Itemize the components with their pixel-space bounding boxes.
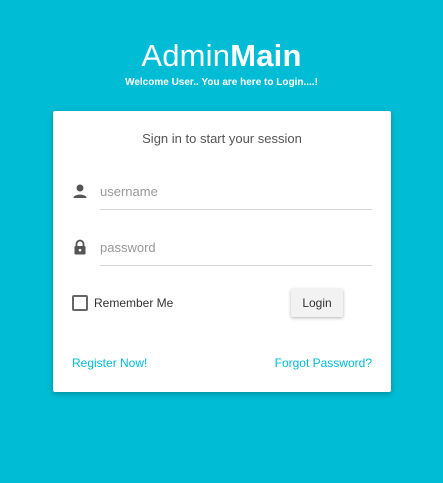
app-title-light: Admin — [141, 38, 231, 73]
welcome-subtitle: Welcome User.. You are here to Login....… — [125, 77, 318, 88]
brand-header: AdminMain Welcome User.. You are here to… — [0, 36, 443, 88]
person-icon — [73, 184, 87, 198]
app-title: AdminMain — [0, 36, 443, 76]
password-input[interactable] — [100, 229, 372, 266]
remember-me[interactable]: Remember Me — [72, 293, 173, 313]
login-card: Sign in to start your session Remember M… — [53, 111, 391, 392]
remember-me-label: Remember Me — [94, 296, 174, 310]
app-title-bold: Main — [230, 38, 302, 73]
password-field — [73, 229, 373, 266]
remember-me-checkbox[interactable] — [72, 295, 88, 311]
register-link[interactable]: Register Now! — [72, 356, 147, 370]
username-field — [73, 173, 373, 210]
username-input[interactable] — [100, 173, 372, 210]
lock-icon — [74, 239, 86, 255]
forgot-password-link[interactable]: Forgot Password? — [275, 356, 372, 370]
login-button[interactable]: Login — [291, 289, 343, 317]
login-heading: Sign in to start your session — [142, 131, 302, 146]
